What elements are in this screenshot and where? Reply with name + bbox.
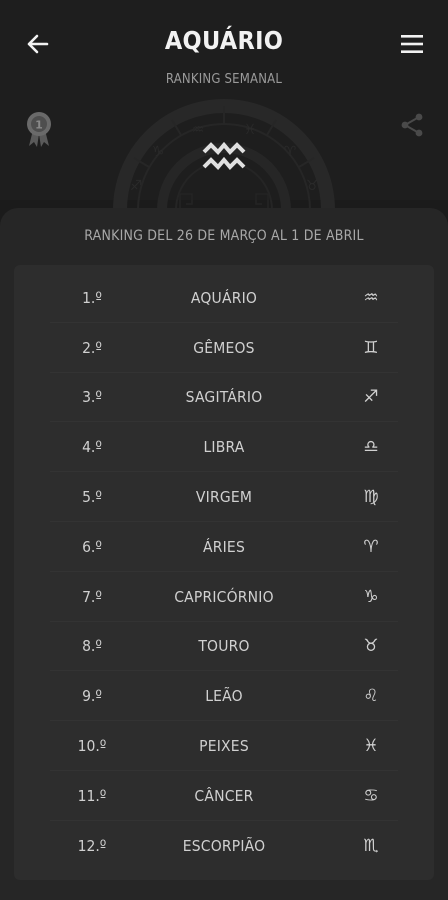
header: AQUÁRIO RANKING SEMANAL 1 ♒ ♓ ♑ ♈ ♐ ♉ (0, 0, 448, 248)
ranking-row[interactable]: 4.º LIBRA ♎ (14, 422, 434, 473)
sign-name: AQUÁRIO (190, 288, 258, 307)
ranking-row[interactable]: 10.º PEIXES ♓ (14, 721, 434, 771)
sign-name: LIBRA (203, 438, 245, 457)
ranking-row[interactable]: 2.º GÊMEOS ♊ (14, 323, 434, 373)
cancer-icon: ♋ (363, 785, 379, 806)
ranking-row[interactable]: 5.º VIRGEM ♍ (14, 472, 434, 522)
sign-name: CAPRICÓRNIO (174, 587, 274, 606)
menu-button[interactable] (396, 30, 428, 58)
capricorn-icon: ♑ (363, 586, 379, 607)
rank-position: 8.º (82, 637, 102, 656)
share-icon[interactable] (400, 112, 424, 138)
svg-text:♈: ♈ (284, 144, 297, 160)
aquarius-icon (202, 141, 246, 170)
rank-position: 4.º (82, 438, 102, 457)
rank-position: 5.º (82, 488, 102, 507)
ranking-table: 1.º AQUÁRIO ♒ 2.º GÊMEOS ♊ 3.º SAGITÁRIO… (14, 265, 434, 880)
award-ribbon-icon[interactable]: 1 (24, 110, 54, 148)
sign-name: CÂNCER (194, 786, 254, 805)
sign-name: GÊMEOS (193, 338, 255, 357)
hamburger-menu-icon (401, 35, 423, 53)
rank-position: 9.º (82, 687, 102, 706)
svg-text:♐: ♐ (130, 178, 143, 194)
ranking-row[interactable]: 12.º ESCORPIÃO ♏ (14, 821, 434, 871)
sign-name: PEIXES (199, 737, 249, 756)
svg-text:♑: ♑ (152, 144, 165, 160)
rank-position: 2.º (82, 338, 102, 357)
ranking-row[interactable]: 9.º LEÃO ♌ (14, 671, 434, 722)
pisces-icon: ♓ (363, 736, 379, 757)
ranking-date-range: RANKING DEL 26 DE MARÇO AL 1 DE ABRIL (84, 228, 364, 244)
rank-position: 6.º (82, 537, 102, 556)
rank-position: 10.º (77, 737, 107, 756)
taurus-icon: ♉ (363, 636, 379, 657)
sign-name: ESCORPIÃO (182, 836, 266, 855)
leo-icon: ♌ (363, 686, 379, 707)
ranking-row[interactable]: 8.º TOURO ♉ (14, 622, 434, 672)
page-subtitle: RANKING SEMANAL (165, 72, 283, 87)
sign-name: LEÃO (205, 687, 243, 706)
scorpio-icon: ♏ (363, 835, 379, 856)
rank-position: 11.º (77, 786, 107, 805)
ranking-row[interactable]: 11.º CÂNCER ♋ (14, 771, 434, 821)
sign-name: VIRGEM (195, 488, 253, 507)
page-title: AQUÁRIO (164, 26, 284, 55)
sign-name: TOURO (198, 637, 250, 656)
aquarius-icon: ♒ (363, 287, 379, 308)
sign-name: SAGITÁRIO (185, 388, 263, 407)
gemini-icon: ♊ (363, 337, 379, 358)
ranking-row[interactable]: 6.º ÁRIES ♈ (14, 522, 434, 572)
rank-position: 7.º (82, 587, 102, 606)
ranking-card: RANKING DEL 26 DE MARÇO AL 1 DE ABRIL 1.… (0, 208, 448, 900)
libra-icon: ♎ (363, 437, 379, 458)
rank-position: 1.º (82, 288, 102, 307)
virgo-icon: ♍ (363, 487, 379, 508)
svg-text:♉: ♉ (306, 178, 319, 194)
ranking-row[interactable]: 7.º CAPRICÓRNIO ♑ (14, 572, 434, 622)
ranking-row[interactable]: 3.º SAGITÁRIO ♐ (14, 373, 434, 423)
rank-position: 12.º (77, 836, 107, 855)
ranking-row[interactable]: 1.º AQUÁRIO ♒ (14, 273, 434, 323)
sagittarius-icon: ♐ (363, 387, 379, 408)
svg-text:♒: ♒ (192, 122, 205, 138)
sign-name: ÁRIES (203, 537, 245, 556)
svg-text:♓: ♓ (244, 122, 257, 138)
rank-position: 3.º (82, 388, 102, 407)
svg-text:1: 1 (35, 119, 43, 132)
aries-icon: ♈ (363, 536, 379, 557)
